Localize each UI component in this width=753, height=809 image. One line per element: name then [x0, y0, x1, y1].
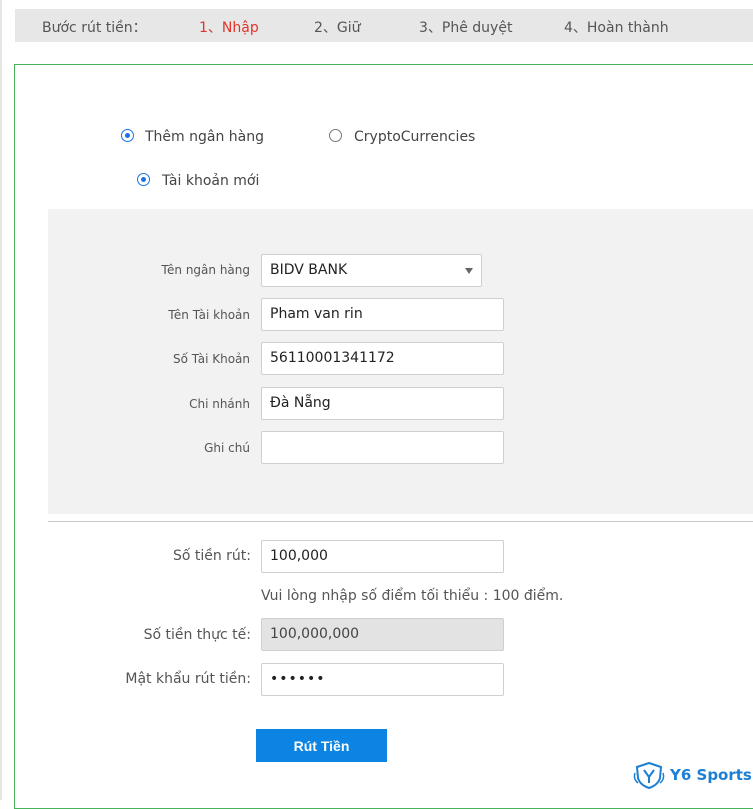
- amount-input[interactable]: 100,000: [261, 540, 504, 573]
- add-bank-radio[interactable]: [121, 129, 134, 142]
- amount-label: Số tiền rút:: [172, 548, 251, 564]
- steps-title: Bước rút tiền：: [42, 20, 147, 36]
- shield-logo-icon: [633, 761, 665, 790]
- page-left-border: [0, 0, 2, 800]
- step-input: 1、Nhập: [199, 20, 259, 36]
- bank-name-value: BIDV BANK: [270, 262, 348, 278]
- step-hold: 2、Giữ: [314, 20, 361, 36]
- section-divider: [48, 521, 753, 522]
- actual-amount-field: 100,000,000: [261, 618, 504, 651]
- actual-amount-label: Số tiền thực tế:: [143, 627, 251, 643]
- crypto-label[interactable]: CryptoCurrencies: [354, 129, 475, 145]
- new-account-label[interactable]: Tài khoản mới: [162, 173, 259, 189]
- account-name-label: Tên Tài khoản: [168, 308, 250, 322]
- branch-label: Chi nhánh: [189, 397, 250, 411]
- withdraw-password-input[interactable]: ••••••: [261, 663, 504, 696]
- password-label: Mật khẩu rút tiền:: [125, 671, 251, 687]
- step-approve: 3、Phê duyệt: [419, 20, 513, 36]
- withdraw-submit-button[interactable]: Rút Tiền: [256, 729, 387, 762]
- step-complete: 4、Hoàn thành: [564, 20, 669, 36]
- withdraw-steps-bar: Bước rút tiền： 1、Nhập 2、Giữ 3、Phê duyệt …: [15, 9, 753, 42]
- new-account-radio[interactable]: [137, 173, 150, 186]
- account-name-input[interactable]: Pham van rin: [261, 298, 504, 331]
- branch-input[interactable]: Đà Nẵng: [261, 387, 504, 420]
- account-number-input[interactable]: 56110001341172: [261, 342, 504, 375]
- account-number-label: Số Tài Khoản: [173, 352, 250, 366]
- brand-name: Y6 Sports: [670, 766, 752, 784]
- brand-watermark: Y6 Sports: [632, 761, 752, 790]
- crypto-radio[interactable]: [329, 129, 342, 142]
- minimum-hint: Vui lòng nhập số điểm tối thiểu : 100 đi…: [261, 588, 564, 604]
- note-input[interactable]: [261, 431, 504, 464]
- chevron-down-icon: [465, 268, 473, 274]
- note-label: Ghi chú: [204, 441, 250, 455]
- add-bank-label[interactable]: Thêm ngân hàng: [145, 129, 264, 145]
- bank-name-label: Tên ngân hàng: [161, 263, 250, 277]
- bank-name-select[interactable]: BIDV BANK: [261, 254, 482, 287]
